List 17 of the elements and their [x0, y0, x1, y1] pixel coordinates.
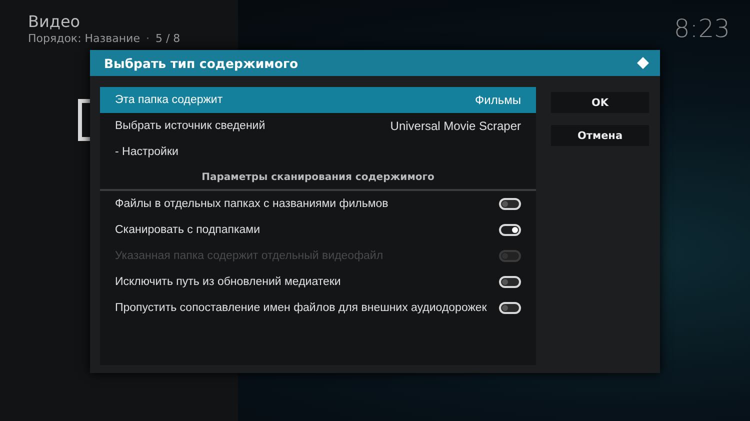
setting-row[interactable]: Файлы в отдельных папках с названиями фильмов — [100, 191, 536, 217]
setting-row[interactable]: - Настройки — [100, 139, 536, 165]
dialog-title: Выбрать тип содержимого — [104, 56, 298, 70]
sort-order-label: Порядок: Название — [28, 32, 140, 45]
clock: 8:23 — [674, 14, 730, 45]
separator-dot: · — [146, 32, 150, 45]
dialog-button[interactable]: Отмена — [551, 125, 649, 146]
item-counter: 5 / 8 — [155, 32, 180, 45]
setting-row[interactable]: Эта папка содержит Фильмы — [100, 87, 536, 113]
section-heading: Параметры сканирования содержимого — [202, 172, 434, 182]
section-title: Видео — [28, 12, 82, 32]
setting-row[interactable]: Сканировать с подпапками — [100, 217, 536, 243]
setting-row[interactable]: Пропустить сопоставление имен файлов для внешних аудиодорожек — [100, 295, 536, 321]
screen-icon — [77, 99, 91, 141]
setting-row[interactable]: Исключить путь из обновлений медиатеки — [100, 269, 536, 295]
dialog-button[interactable]: OK — [551, 92, 649, 113]
setting-row[interactable]: Выбрать источник сведений Universal Movie Scraper — [100, 113, 536, 139]
